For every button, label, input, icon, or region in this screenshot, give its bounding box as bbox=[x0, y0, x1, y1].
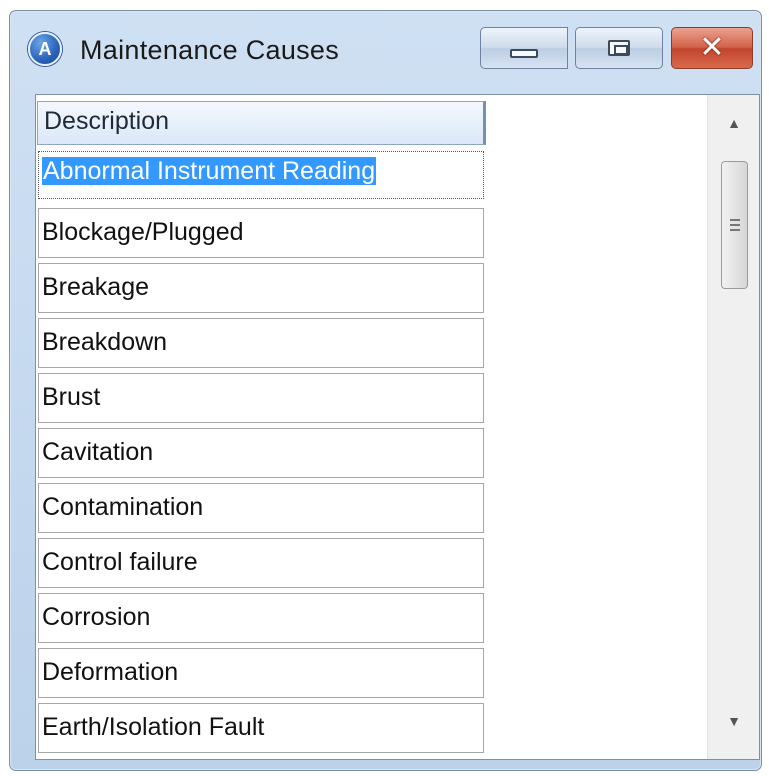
table-row[interactable]: Contamination bbox=[36, 481, 496, 536]
table-row[interactable]: Cavitation bbox=[36, 426, 496, 481]
minimize-button[interactable] bbox=[480, 27, 568, 69]
row-cell[interactable]: Corrosion bbox=[38, 593, 484, 643]
table-row[interactable]: Control failure bbox=[36, 536, 496, 591]
row-cell[interactable]: Abnormal Instrument Reading bbox=[38, 151, 484, 199]
maximize-button[interactable] bbox=[575, 27, 663, 69]
close-icon: ✕ bbox=[699, 31, 725, 64]
row-cell[interactable]: Blockage/Plugged bbox=[38, 208, 484, 258]
table-row[interactable]: Deformation bbox=[36, 646, 496, 701]
app-icon: A bbox=[28, 32, 62, 66]
scroll-down-arrow-icon[interactable]: ▼ bbox=[708, 713, 760, 753]
table-row[interactable]: Abnormal Instrument Reading bbox=[36, 151, 496, 206]
row-cell[interactable]: Breakdown bbox=[38, 318, 484, 368]
row-text: Abnormal Instrument Reading bbox=[42, 157, 377, 185]
row-cell[interactable]: Deformation bbox=[38, 648, 484, 698]
table-row[interactable]: Brust bbox=[36, 371, 496, 426]
row-cell[interactable]: Contamination bbox=[38, 483, 484, 533]
vertical-scrollbar[interactable]: ▲ ▼ bbox=[707, 95, 759, 759]
scroll-up-arrow-icon[interactable]: ▲ bbox=[708, 115, 760, 155]
maximize-icon bbox=[608, 40, 630, 56]
description-grid: Description Abnormal Instrument Reading … bbox=[36, 95, 496, 759]
row-cell[interactable]: Control failure bbox=[38, 538, 484, 588]
row-cell[interactable]: Brust bbox=[38, 373, 484, 423]
close-button[interactable]: ✕ bbox=[671, 27, 753, 69]
row-cell[interactable]: Breakage bbox=[38, 263, 484, 313]
list-container: Description Abnormal Instrument Reading … bbox=[35, 94, 760, 760]
column-header-description[interactable]: Description bbox=[37, 101, 486, 145]
table-row[interactable]: Blockage/Plugged bbox=[36, 206, 496, 261]
row-cell[interactable]: Earth/Isolation Fault bbox=[38, 703, 484, 753]
grid-rows: Abnormal Instrument Reading Blockage/Plu… bbox=[36, 151, 496, 756]
grip-icon bbox=[729, 219, 740, 231]
scrollbar-thumb[interactable] bbox=[721, 161, 748, 289]
row-cell[interactable]: Cavitation bbox=[38, 428, 484, 478]
table-row[interactable]: Breakdown bbox=[36, 316, 496, 371]
title-bar[interactable]: A Maintenance Causes ✕ bbox=[10, 11, 761, 89]
maintenance-causes-window: A Maintenance Causes ✕ Description Abnor… bbox=[9, 10, 762, 771]
table-row[interactable]: Earth/Isolation Fault bbox=[36, 701, 496, 756]
table-row[interactable]: Corrosion bbox=[36, 591, 496, 646]
table-row[interactable]: Breakage bbox=[36, 261, 496, 316]
window-title: Maintenance Causes bbox=[80, 35, 340, 65]
app-icon-letter: A bbox=[38, 38, 52, 59]
minimize-icon bbox=[510, 48, 538, 58]
